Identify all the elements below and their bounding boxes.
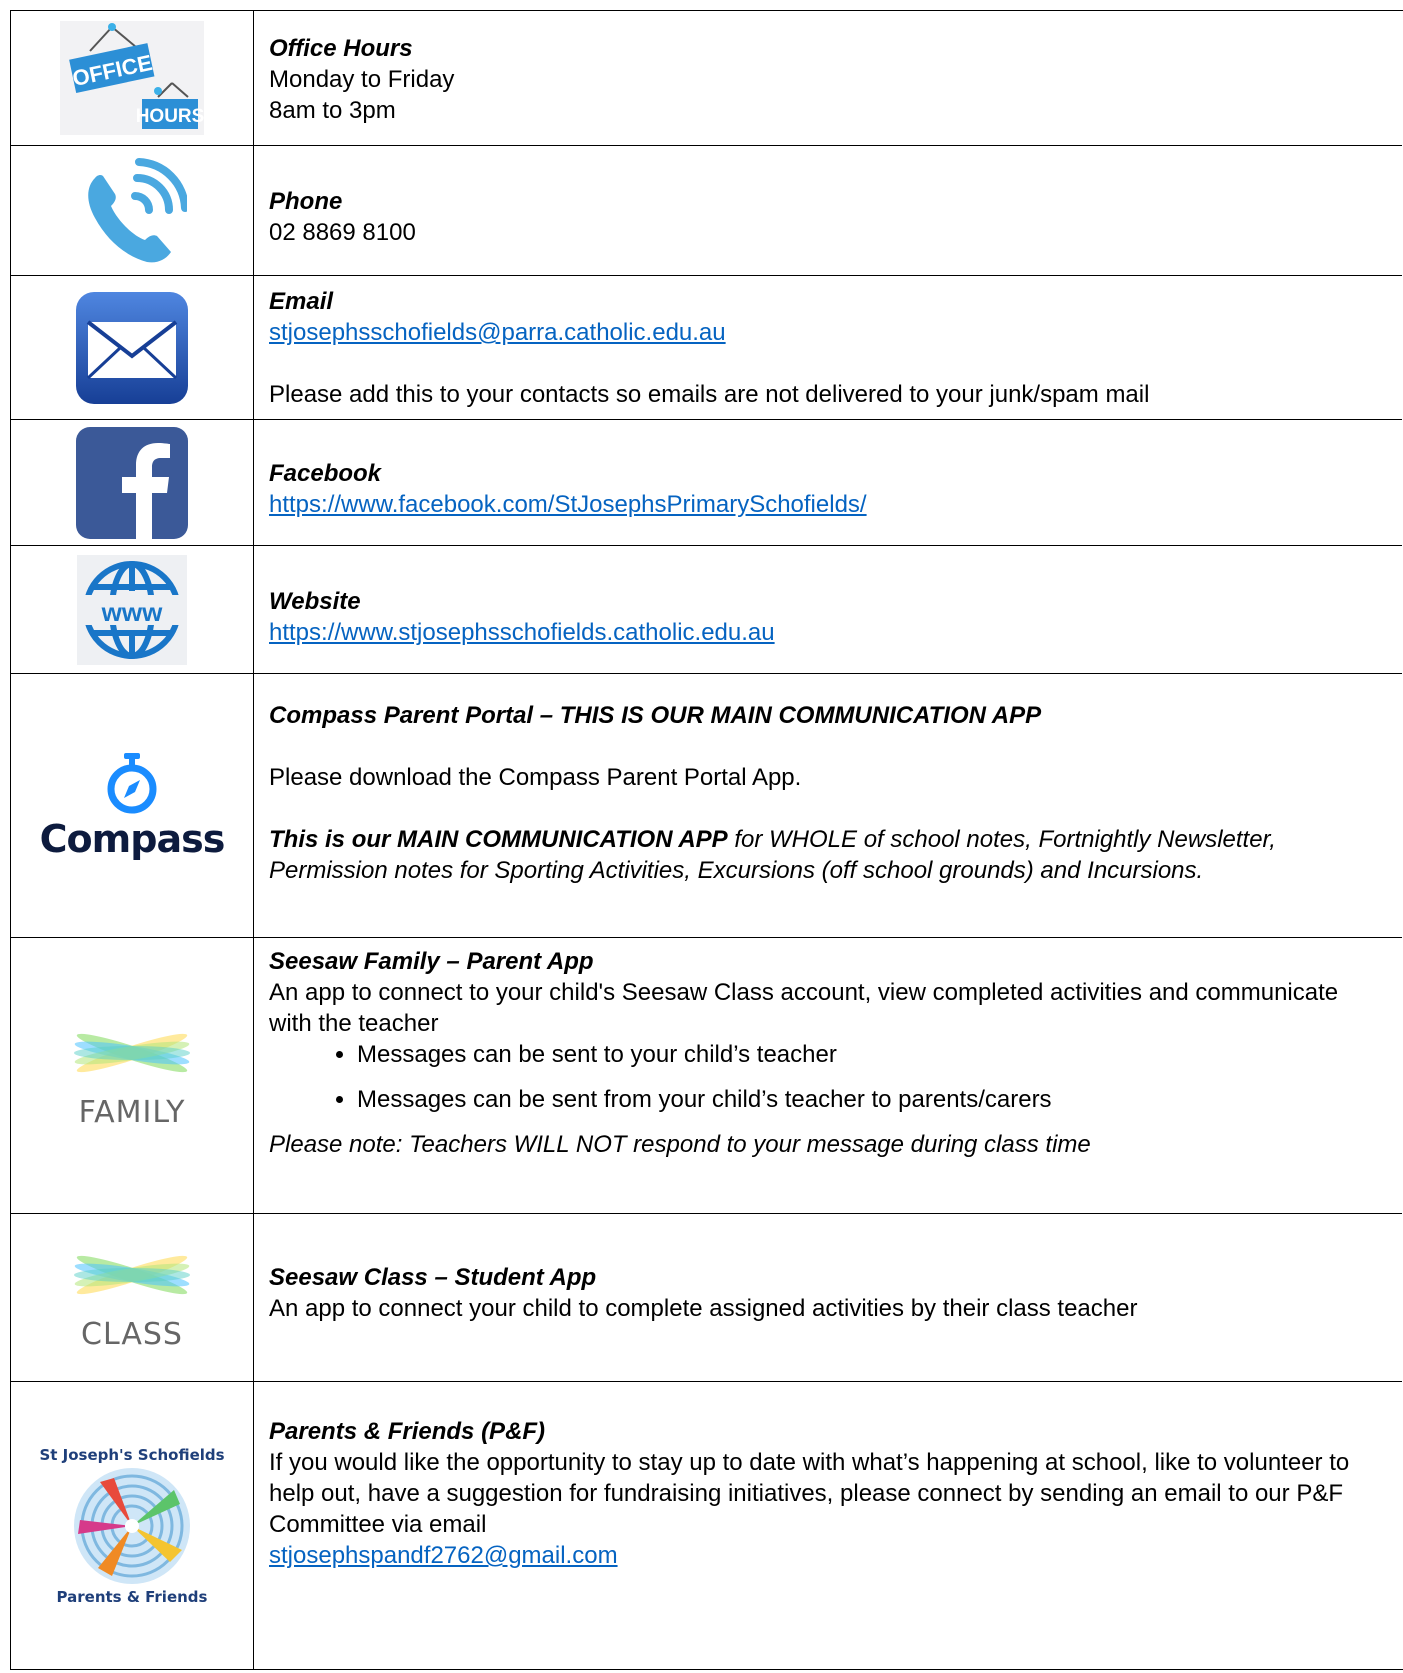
compass-logo-cell: Compass bbox=[11, 674, 254, 937]
row-office-hours: OFFICE HOURS Office Hours Monday to Frid… bbox=[11, 11, 1402, 145]
phone-icon-cell bbox=[11, 146, 254, 275]
seesaw-class-title: Seesaw Class – Student App bbox=[269, 1264, 597, 1291]
seesaw-class-icon bbox=[74, 1255, 190, 1295]
svg-text:HOURS: HOURS bbox=[136, 106, 204, 127]
seesaw-class-text: Seesaw Class – Student App An app to con… bbox=[269, 1214, 1392, 1381]
website-title: Website bbox=[269, 588, 361, 615]
compass-description-lead: This is our MAIN COMMUNICATION APP bbox=[269, 826, 728, 853]
compass-text: Compass Parent Portal – THIS IS OUR MAIN… bbox=[269, 674, 1382, 937]
pf-logo-cell: St Joseph's Schofields Parents & Friends bbox=[11, 1382, 254, 1669]
seesaw-family-logo-cell: FAMILY bbox=[11, 938, 254, 1213]
contact-table: OFFICE HOURS Office Hours Monday to Frid… bbox=[10, 10, 1403, 1670]
seesaw-family-text: Seesaw Family – Parent App An app to con… bbox=[269, 938, 1392, 1213]
row-email: Email stjosephsschofields@parra.catholic… bbox=[11, 275, 1402, 419]
svg-text:www: www bbox=[101, 597, 163, 627]
facebook-title: Facebook bbox=[269, 460, 382, 487]
pf-hands-globe-icon bbox=[74, 1467, 190, 1584]
envelope-icon bbox=[76, 291, 188, 404]
seesaw-family-icon bbox=[74, 1033, 190, 1073]
phone-title: Phone bbox=[269, 188, 343, 215]
office-hours-sign-icon: OFFICE HOURS bbox=[60, 21, 204, 135]
pf-email-link[interactable]: stjosephspandf2762@gmail.com bbox=[269, 1540, 1366, 1571]
list-item: Messages can be sent to your child’s tea… bbox=[357, 1039, 1392, 1070]
pf-logo-bottom-text: Parents & Friends bbox=[56, 1587, 208, 1606]
seesaw-class-description: An app to connect your child to complete… bbox=[269, 1295, 1138, 1322]
seesaw-family-note: Please note: Teachers WILL NOT respond t… bbox=[269, 1131, 1091, 1158]
phone-number: 02 8869 8100 bbox=[269, 219, 416, 246]
email-link[interactable]: stjosephsschofields@parra.catholic.edu.a… bbox=[269, 317, 1392, 348]
pf-title: Parents & Friends (P&F) bbox=[269, 1418, 546, 1445]
globe-www-icon: www bbox=[77, 554, 187, 665]
facebook-text: Facebook https://www.facebook.com/StJose… bbox=[269, 420, 1392, 545]
seesaw-family-bullets: Messages can be sent to your child’s tea… bbox=[269, 1039, 1392, 1115]
phone-text: Phone 02 8869 8100 bbox=[269, 146, 1392, 275]
pf-logo-top-text: St Joseph's Schofields bbox=[39, 1445, 225, 1464]
seesaw-class-logo-cell: CLASS bbox=[11, 1214, 254, 1381]
email-text: Email stjosephsschofields@parra.catholic… bbox=[269, 276, 1392, 419]
website-icon-cell: www bbox=[11, 546, 254, 673]
row-phone: Phone 02 8869 8100 bbox=[11, 145, 1402, 275]
facebook-link[interactable]: https://www.facebook.com/StJosephsPrimar… bbox=[269, 489, 1392, 520]
office-hours-icon-cell: OFFICE HOURS bbox=[11, 11, 254, 145]
row-compass: Compass Compass Parent Portal – THIS IS … bbox=[11, 673, 1402, 937]
phone-icon bbox=[88, 157, 187, 262]
row-seesaw-class: CLASS Seesaw Class – Student App An app … bbox=[11, 1213, 1402, 1381]
compass-download: Please download the Compass Parent Porta… bbox=[269, 764, 802, 791]
email-title: Email bbox=[269, 288, 334, 315]
list-item: Messages can be sent from your child’s t… bbox=[357, 1084, 1392, 1115]
pf-text: Parents & Friends (P&F) If you would lik… bbox=[269, 1382, 1366, 1669]
office-hours-times: 8am to 3pm bbox=[269, 97, 396, 124]
office-hours-days: Monday to Friday bbox=[269, 66, 455, 93]
facebook-icon-cell bbox=[11, 420, 254, 545]
row-facebook: Facebook https://www.facebook.com/StJose… bbox=[11, 419, 1402, 545]
office-hours-title: Office Hours bbox=[269, 35, 413, 62]
compass-description: This is our MAIN COMMUNICATION APP for W… bbox=[269, 824, 1382, 886]
seesaw-family-title: Seesaw Family – Parent App bbox=[269, 948, 594, 975]
email-note: Please add this to your contacts so emai… bbox=[269, 381, 1150, 408]
pf-description: If you would like the opportunity to sta… bbox=[269, 1449, 1350, 1538]
seesaw-family-label: FAMILY bbox=[78, 1095, 186, 1130]
row-parents-friends: St Joseph's Schofields Parents & Friends… bbox=[11, 1381, 1402, 1669]
stopwatch-compass-icon bbox=[107, 752, 157, 813]
row-seesaw-family: FAMILY Seesaw Family – Parent App An app… bbox=[11, 937, 1402, 1213]
facebook-icon bbox=[76, 426, 188, 539]
compass-title: Compass Parent Portal – THIS IS OUR MAIN… bbox=[269, 702, 1042, 729]
email-icon-cell bbox=[11, 276, 254, 419]
row-website: www Website https://www.stjosephsschofie… bbox=[11, 545, 1402, 673]
office-hours-text: Office Hours Monday to Friday 8am to 3pm bbox=[269, 11, 1392, 145]
seesaw-family-description: An app to connect to your child's Seesaw… bbox=[269, 979, 1339, 1037]
website-text: Website https://www.stjosephsschofields.… bbox=[269, 546, 1392, 673]
website-link[interactable]: https://www.stjosephsschofields.catholic… bbox=[269, 617, 1392, 648]
seesaw-class-label: CLASS bbox=[81, 1317, 183, 1352]
compass-logo-text: Compass bbox=[39, 816, 226, 861]
